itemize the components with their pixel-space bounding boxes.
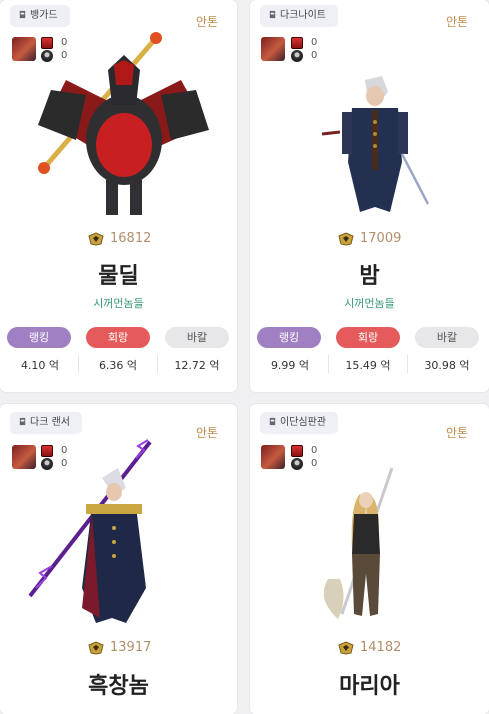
- character-portrait: [38, 32, 209, 215]
- character-portrait: [28, 439, 152, 623]
- server-label: 안톤: [196, 426, 219, 440]
- rank-damage: 9.99 억: [270, 359, 310, 372]
- job-badge: 뱅가드: [10, 5, 70, 27]
- server-label: 안톤: [196, 15, 219, 29]
- tower-icon: [19, 10, 26, 19]
- character-name: 물딜: [98, 264, 139, 289]
- character-name: 밤: [359, 264, 380, 289]
- character-card[interactable]: 뱅가드 안톤 0 0 16812 물딜 시꺼먼놈들 랭킹 회랑 바칼 4.10 …: [0, 0, 237, 392]
- buff-icon: [291, 36, 303, 49]
- fame-score: 17009: [338, 231, 401, 246]
- creature-icon: [291, 49, 303, 62]
- guild-name[interactable]: 시꺼먼놈들: [250, 295, 489, 311]
- fame-score: 16812: [88, 231, 151, 246]
- buff-icon: [291, 444, 303, 457]
- evade-damage: 6.36 억: [98, 359, 138, 372]
- character-name: 흑창놈: [88, 674, 149, 699]
- character-avatar-thumb: [12, 37, 36, 61]
- creature-icon: [291, 457, 303, 470]
- character-card[interactable]: 이단심판관 안톤 0 0 14182 마리아: [250, 404, 489, 714]
- fame-crest-icon: [338, 640, 354, 655]
- fame-score: 14182: [338, 640, 401, 655]
- evade-button[interactable]: 회랑: [86, 327, 150, 348]
- character-avatar-thumb: [261, 445, 285, 469]
- character-card[interactable]: 다크 랜서 안톤 0 0 13917 흑창놈: [0, 404, 237, 714]
- character-portrait: [321, 76, 430, 212]
- evade-button[interactable]: 회랑: [336, 327, 400, 348]
- fame-crest-icon: [88, 640, 104, 655]
- mini-stats: 0 0: [291, 36, 317, 62]
- job-badge: 다크나이트: [260, 5, 338, 27]
- character-portrait: [323, 467, 394, 619]
- tower-icon: [19, 417, 26, 426]
- character-name: 마리아: [339, 674, 400, 699]
- fame-crest-icon: [88, 231, 104, 246]
- rank-button[interactable]: 랭킹: [257, 327, 321, 348]
- character-card[interactable]: 다크나이트 안톤 0 0 17009 밤 시꺼먼놈들 랭킹 회랑 바칼 9.99…: [250, 0, 489, 392]
- evade-damage: 15.49 억: [345, 359, 391, 372]
- tower-icon: [269, 417, 276, 426]
- rank-button[interactable]: 랭킹: [7, 327, 71, 348]
- tower-icon: [269, 10, 276, 19]
- server-label: 안톤: [446, 15, 469, 29]
- mini-stats: 0 0: [291, 444, 317, 470]
- character-avatar-thumb: [261, 37, 285, 61]
- bakal-button[interactable]: 바칼: [415, 327, 479, 348]
- fame-score: 13917: [88, 640, 151, 655]
- guild-name[interactable]: 시꺼먼놈들: [0, 295, 237, 311]
- server-label: 안톤: [446, 426, 469, 440]
- rank-damage: 4.10 억: [20, 359, 60, 372]
- fame-crest-icon: [338, 231, 354, 246]
- bakal-button[interactable]: 바칼: [165, 327, 229, 348]
- bakal-damage: 12.72 억: [174, 359, 220, 372]
- job-badge: 이단심판관: [260, 412, 338, 434]
- bakal-damage: 30.98 억: [424, 359, 470, 372]
- job-badge: 다크 랜서: [10, 412, 82, 434]
